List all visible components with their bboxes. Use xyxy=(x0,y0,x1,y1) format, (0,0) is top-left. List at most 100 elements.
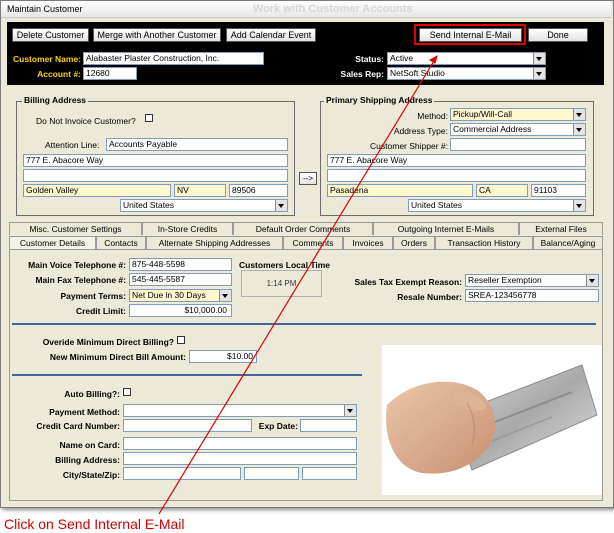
shipping-city-input[interactable]: Pasadena xyxy=(327,184,473,197)
credit-card-input[interactable] xyxy=(123,419,252,432)
shipping-country-select[interactable]: United States xyxy=(408,199,586,212)
tab-orders[interactable]: Orders xyxy=(393,236,435,249)
tab-misc-customer-settings[interactable]: Misc. Customer Settings xyxy=(9,222,142,235)
chevron-down-icon[interactable] xyxy=(275,200,287,211)
customer-name-input[interactable]: Alabaster Plaster Construction, Inc. xyxy=(83,52,264,65)
payment-method-select[interactable] xyxy=(123,404,357,417)
chevron-down-icon[interactable] xyxy=(573,124,585,135)
annotation-caption: Click on Send Internal E-Mail xyxy=(4,516,185,532)
chevron-down-icon[interactable] xyxy=(586,275,598,286)
address-type-select[interactable]: Commercial Address xyxy=(450,123,586,136)
tab-alternate-shipping-addresses[interactable]: Alternate Shipping Addresses xyxy=(146,236,283,249)
chevron-down-icon[interactable] xyxy=(573,200,585,211)
customer-shipper-input[interactable] xyxy=(450,138,586,151)
card-state-input[interactable] xyxy=(244,467,299,480)
payment-terms-value: Net Due in 30 Days xyxy=(132,290,206,300)
add-calendar-event-button[interactable]: Add Calendar Event xyxy=(226,28,316,42)
attention-line-label: Attention Line: xyxy=(45,140,100,150)
auto-billing-label: Auto Billing?: xyxy=(64,389,120,399)
chevron-down-icon[interactable] xyxy=(344,405,356,416)
exp-date-input[interactable] xyxy=(300,419,357,432)
shipping-country-value: United States xyxy=(411,200,463,210)
local-time-value: 1:14 PM xyxy=(241,270,322,297)
credit-limit-input[interactable]: $10,000.00 xyxy=(129,304,232,317)
sales-rep-select[interactable]: NetSoft Studio xyxy=(387,67,546,80)
chevron-down-icon[interactable] xyxy=(533,68,545,79)
title-bar: Maintain Customer Work with Customer Acc… xyxy=(1,1,611,18)
billing-state-input[interactable]: NV xyxy=(174,184,226,197)
billing-country-value: United States xyxy=(123,200,175,210)
tab-external-files[interactable]: External Files xyxy=(519,222,603,235)
card-city-input[interactable] xyxy=(123,467,241,480)
min-bill-input[interactable]: $10.00 xyxy=(189,350,257,363)
min-bill-label: New Minimum Direct Bill Amount: xyxy=(49,352,186,362)
credit-card-label: Credit Card Number: xyxy=(36,421,120,431)
tax-exempt-value: Reseller Exemption xyxy=(468,275,542,285)
payment-method-label: Payment Method: xyxy=(49,407,120,417)
name-on-card-input[interactable] xyxy=(123,437,357,450)
shipping-zip-input[interactable]: 91103 xyxy=(531,184,586,197)
tab-invoices[interactable]: Invoices xyxy=(343,236,393,249)
attention-line-input[interactable]: Accounts Payable xyxy=(106,138,288,151)
tab-transaction-history[interactable]: Transaction History xyxy=(435,236,533,249)
address-type-label: Address Type: xyxy=(393,126,448,136)
window-title: Maintain Customer xyxy=(7,4,83,14)
tab-default-order-comments[interactable]: Default Order Comments xyxy=(233,222,373,235)
tab-balance-aging[interactable]: Balance/Aging xyxy=(533,236,603,249)
billing-zip-input[interactable]: 89506 xyxy=(229,184,288,197)
fax-phone-input[interactable]: 545-445-5587 xyxy=(129,273,232,286)
fax-phone-label: Main Fax Telephone #: xyxy=(35,275,126,285)
sales-rep-value: NetSoft Studio xyxy=(390,68,445,78)
local-time-label: Customers Local Time xyxy=(239,260,331,270)
billing-city-input[interactable]: Golden Valley xyxy=(23,184,171,197)
voice-phone-label: Main Voice Telephone #: xyxy=(28,260,126,270)
shipping-method-select[interactable]: Pickup/Will-Call xyxy=(450,108,586,121)
send-internal-email-button[interactable]: Send Internal E-Mail xyxy=(419,28,522,42)
copy-address-button[interactable]: --> xyxy=(299,172,317,185)
customer-shipper-label: Customer Shipper #: xyxy=(370,141,448,151)
tab-contacts[interactable]: Contacts xyxy=(96,236,146,249)
delete-customer-button[interactable]: Delete Customer xyxy=(12,28,89,42)
chevron-down-icon[interactable] xyxy=(573,109,585,120)
chevron-down-icon[interactable] xyxy=(533,53,545,64)
override-billing-label: Overide Minimum Direct Billing? xyxy=(42,337,174,347)
resale-number-label: Resale Number: xyxy=(397,292,462,302)
tax-exempt-select[interactable]: Reseller Exemption xyxy=(465,274,599,287)
auto-billing-checkbox[interactable] xyxy=(123,388,131,396)
tab-in-store-credits[interactable]: In-Store Credits xyxy=(142,222,233,235)
chevron-down-icon[interactable] xyxy=(219,290,231,301)
card-billing-address-input[interactable] xyxy=(123,452,357,465)
done-button[interactable]: Done xyxy=(528,28,588,42)
account-input[interactable]: 12680 xyxy=(83,67,137,80)
name-on-card-label: Name on Card: xyxy=(59,440,120,450)
payment-terms-select[interactable]: Net Due in 30 Days xyxy=(129,289,232,302)
voice-phone-input[interactable]: 875-448-5598 xyxy=(129,258,232,271)
status-value: Active xyxy=(390,53,414,63)
resale-number-input[interactable]: SREA-123456778 xyxy=(465,289,599,302)
tab-customer-details[interactable]: Customer Details xyxy=(9,236,96,249)
tax-exempt-label: Sales Tax Exempt Reason: xyxy=(354,277,462,287)
card-billing-address-label: Billing Address: xyxy=(55,455,120,465)
sales-rep-label: Sales Rep: xyxy=(340,69,384,79)
separator-line xyxy=(12,374,362,376)
shipping-address-title: Primary Shipping Address xyxy=(324,95,435,105)
status-select[interactable]: Active xyxy=(387,52,546,65)
exp-date-label: Exp Date: xyxy=(258,421,298,431)
merge-customer-button[interactable]: Merge with Another Customer xyxy=(93,28,221,42)
credit-limit-label: Credit Limit: xyxy=(75,306,126,316)
city-state-zip-label: City/State/Zip: xyxy=(62,470,120,480)
shipping-address-line1[interactable]: 777 E. Abacore Way xyxy=(327,154,586,167)
tab-comments[interactable]: Comments xyxy=(283,236,343,249)
override-billing-checkbox[interactable] xyxy=(177,336,185,344)
credit-card-hand-image xyxy=(382,345,602,495)
do-not-invoice-checkbox[interactable] xyxy=(145,114,153,122)
do-not-invoice-label: Do Not Invoice Customer? xyxy=(36,116,136,126)
shipping-address-line2[interactable] xyxy=(327,169,586,182)
tab-outgoing-internet-emails[interactable]: Outgoing Internet E-Mails xyxy=(373,222,519,235)
shipping-state-input[interactable]: CA xyxy=(476,184,528,197)
billing-address-line2[interactable] xyxy=(23,169,288,182)
billing-address-title: Billing Address xyxy=(22,95,89,105)
billing-country-select[interactable]: United States xyxy=(120,199,288,212)
billing-address-line1[interactable]: 777 E. Abacore Way xyxy=(23,154,288,167)
card-zip-input[interactable] xyxy=(302,467,357,480)
